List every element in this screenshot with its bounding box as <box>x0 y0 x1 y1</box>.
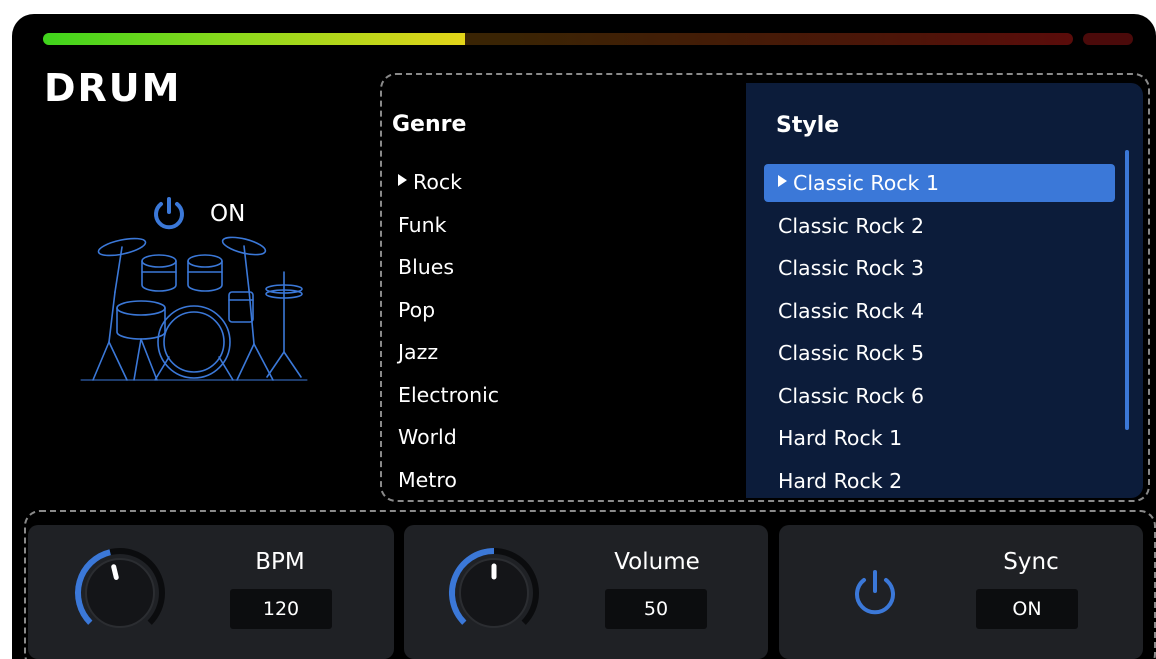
genre-item-label: Rock <box>413 170 463 194</box>
genre-item[interactable]: World <box>398 425 457 449</box>
genre-item[interactable]: Metro <box>398 468 457 492</box>
style-scrollbar[interactable] <box>1125 150 1129 430</box>
genre-item-label: Funk <box>398 212 447 237</box>
genre-heading: Genre <box>392 112 467 137</box>
style-item-label: Hard Rock 1 <box>778 426 903 450</box>
bpm-value[interactable]: 120 <box>230 589 332 629</box>
genre-item[interactable]: Blues <box>398 255 454 279</box>
style-item-label: Classic Rock 4 <box>778 298 924 323</box>
level-meter-fill <box>43 33 466 45</box>
genre-list: Genre Rock Funk Blues Pop Jazz Electronic Worl… <box>392 112 499 492</box>
genre-item-label: Metro <box>398 467 457 492</box>
page-title: DRUM <box>44 66 182 110</box>
drum-kit-icon <box>80 236 308 381</box>
bpm-knob[interactable] <box>72 545 168 641</box>
style-item[interactable]: Classic Rock 5 <box>764 334 1115 372</box>
sync-card: Sync ON <box>779 525 1143 659</box>
genre-item-label: World <box>398 425 457 449</box>
selected-arrow-icon <box>778 175 787 187</box>
knob-body <box>85 558 155 628</box>
style-panel: Style Classic Rock 1 Classic Rock 2 Classi… <box>746 83 1143 498</box>
genre-item[interactable]: Jazz <box>398 340 438 364</box>
style-item[interactable]: Classic Rock 2 <box>764 207 1115 245</box>
sync-label: Sync <box>1003 549 1059 575</box>
bpm-card: BPM 120 <box>28 525 394 659</box>
genre-item[interactable]: Pop <box>398 298 435 322</box>
genre-item-label: Pop <box>398 297 436 322</box>
genre-item[interactable]: Electronic <box>398 383 499 407</box>
clip-indicator <box>1083 33 1133 45</box>
style-item[interactable]: Classic Rock 1 <box>764 164 1115 202</box>
sync-value[interactable]: ON <box>976 589 1078 629</box>
genre-item-label: Electronic <box>398 382 500 407</box>
style-item-label: Classic Rock 5 <box>778 341 924 365</box>
knob-indicator <box>111 564 119 580</box>
style-item[interactable]: Hard Rock 2 <box>764 462 1115 499</box>
style-item[interactable]: Classic Rock 3 <box>764 249 1115 287</box>
bpm-label: BPM <box>255 549 305 575</box>
drum-power-toggle[interactable]: ON <box>150 195 245 233</box>
genre-item[interactable]: Rock <box>398 170 462 194</box>
volume-card: Volume 50 <box>404 525 768 659</box>
sync-power-icon[interactable] <box>848 567 902 621</box>
volume-value[interactable]: 50 <box>605 589 707 629</box>
style-item-label: Hard Rock 2 <box>778 468 903 493</box>
style-item-label: Classic Rock 3 <box>778 256 924 280</box>
style-item-label: Classic Rock 1 <box>793 171 939 195</box>
volume-label: Volume <box>614 549 700 575</box>
power-state-label: ON <box>210 201 246 227</box>
style-item[interactable]: Classic Rock 6 <box>764 377 1115 415</box>
style-item[interactable]: Hard Rock 1 <box>764 419 1115 457</box>
level-meter <box>43 33 1133 45</box>
style-item-label: Classic Rock 2 <box>778 213 924 238</box>
style-heading: Style <box>776 113 840 138</box>
style-item[interactable]: Classic Rock 4 <box>764 292 1115 330</box>
genre-item-label: Blues <box>398 255 455 279</box>
volume-knob[interactable] <box>446 545 542 641</box>
genre-item-label: Jazz <box>398 340 439 364</box>
power-icon[interactable] <box>150 195 188 233</box>
style-item-label: Classic Rock 6 <box>778 383 924 408</box>
genre-item[interactable]: Funk <box>398 213 447 237</box>
selected-arrow-icon <box>398 174 407 186</box>
